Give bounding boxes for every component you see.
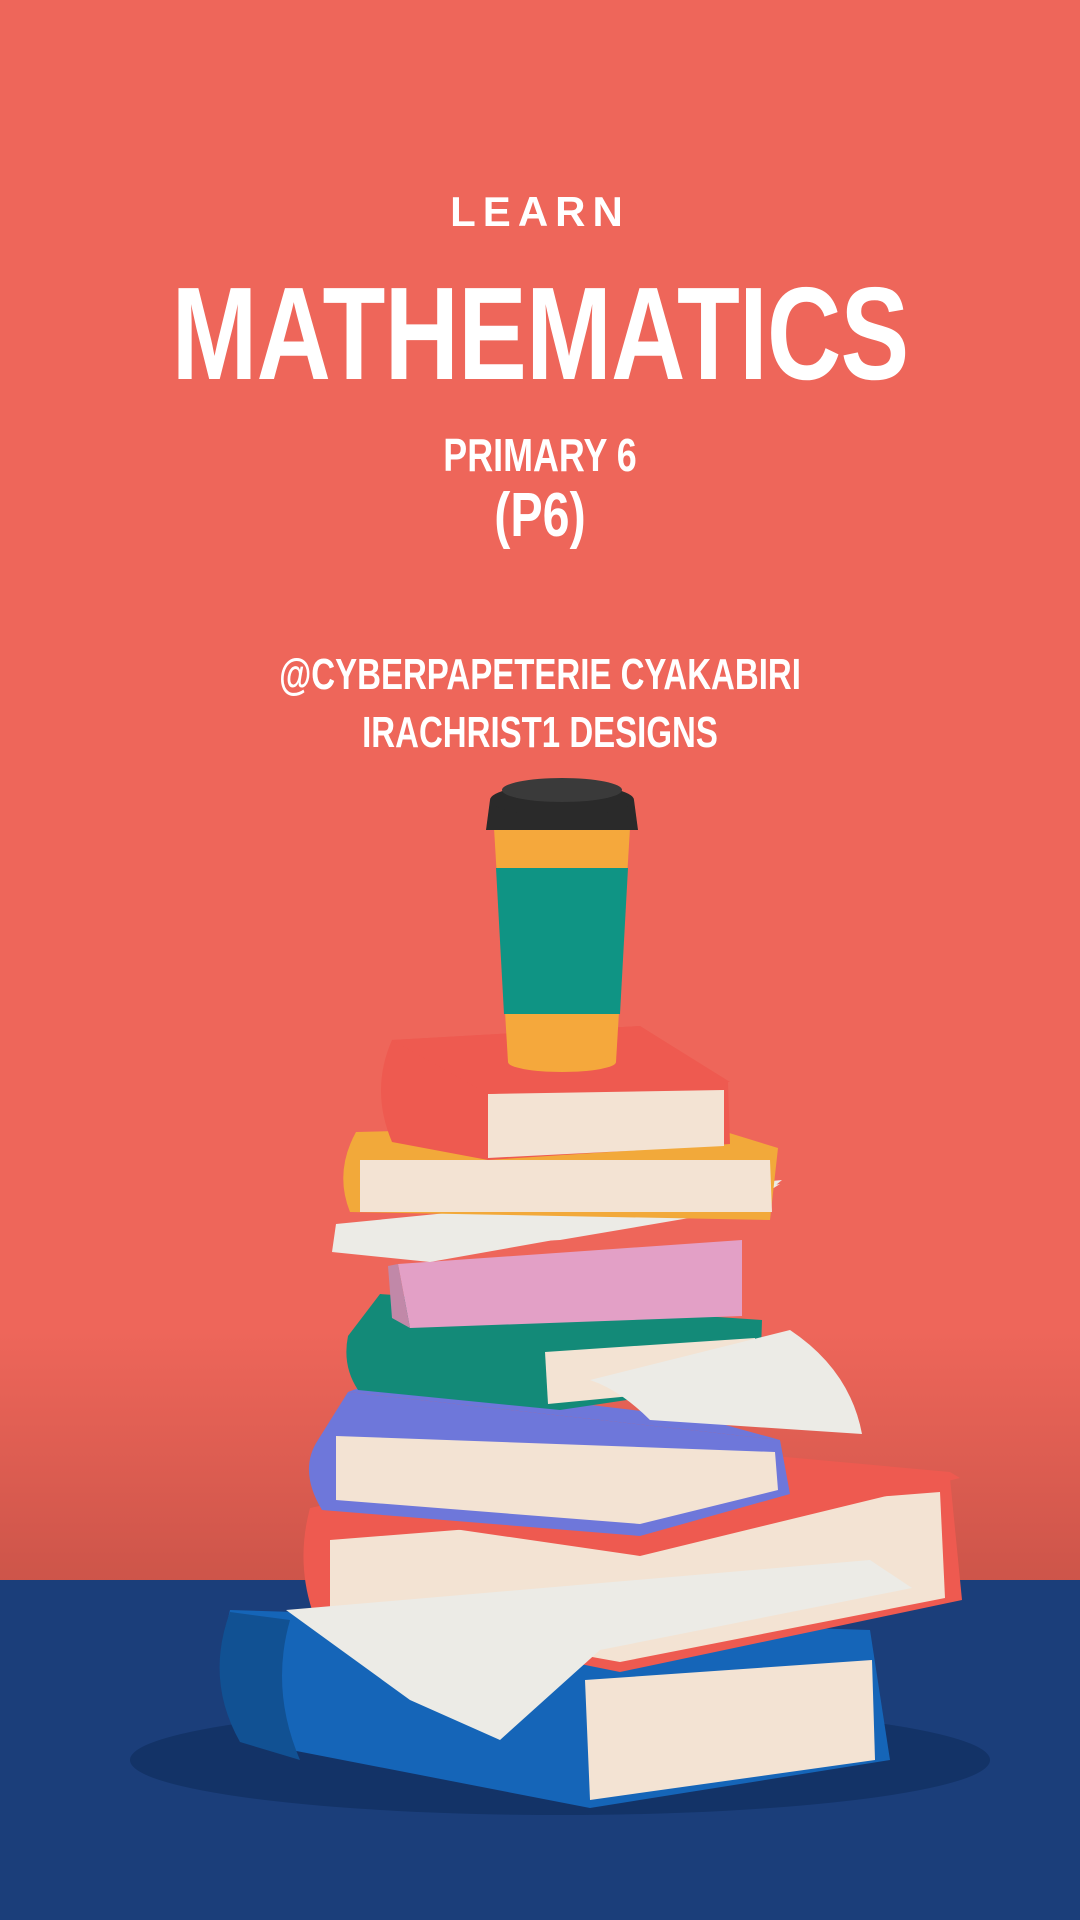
coffee-cup-icon bbox=[486, 778, 638, 1072]
book-stack-with-coffee-cup-icon bbox=[130, 778, 990, 1815]
poster: LEARN MATHEMATICS PRIMARY 6 (P6) @CYBERP… bbox=[0, 0, 1080, 1920]
